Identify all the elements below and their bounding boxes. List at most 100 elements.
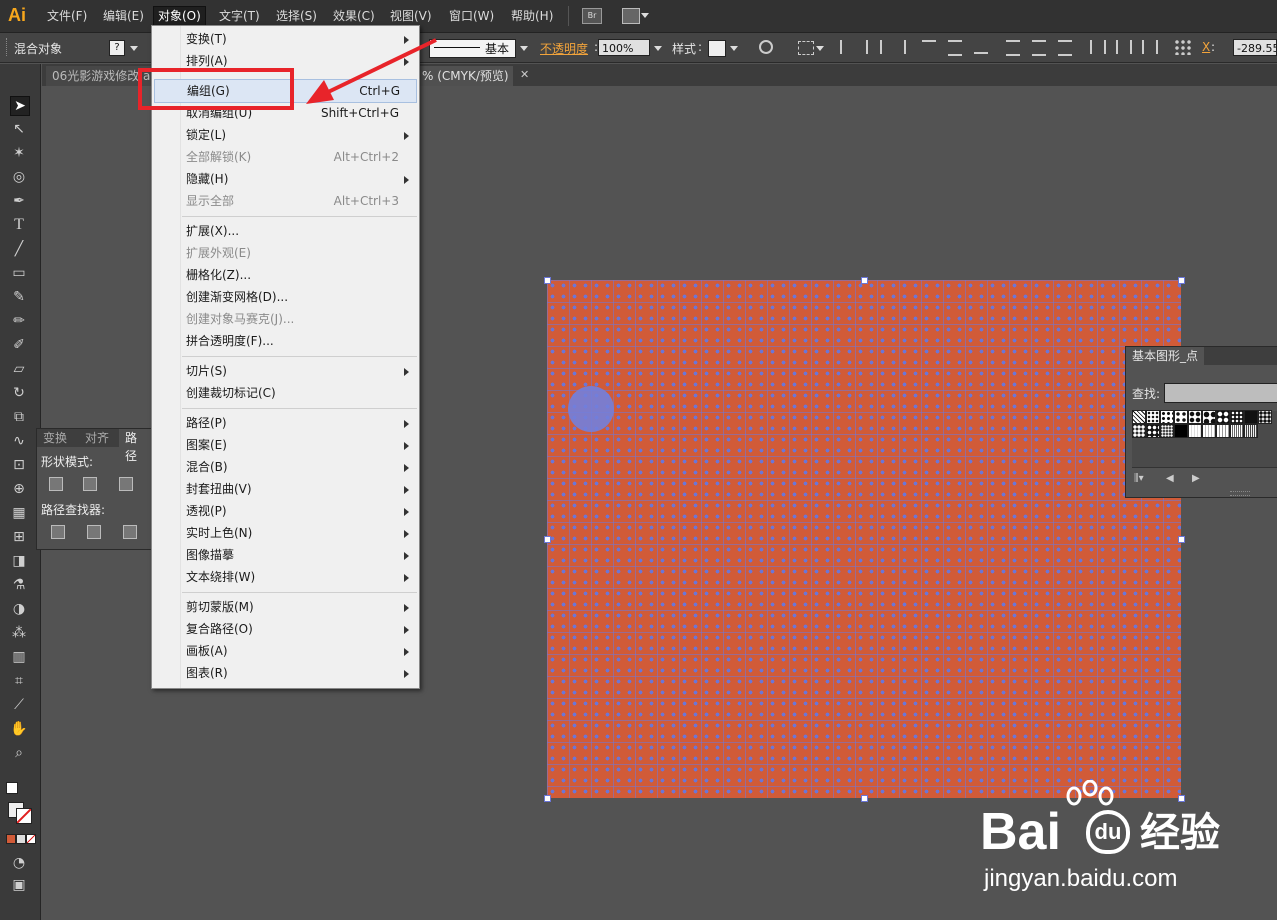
swatch[interactable] <box>1202 410 1216 424</box>
menu-item-gradient-mesh[interactable]: 创建渐变网格(D)... <box>152 286 419 308</box>
align-bottom-icon[interactable] <box>974 40 988 54</box>
default-colors-icon[interactable] <box>6 782 18 794</box>
menu-view[interactable]: 视图(V) <box>386 7 436 25</box>
transform-grid-icon[interactable] <box>1174 39 1192 55</box>
swatch-search-input[interactable] <box>1164 383 1277 403</box>
menu-item-expand[interactable]: 扩展(X)... <box>152 220 419 242</box>
opacity-label[interactable]: 不透明度 <box>540 40 588 57</box>
mesh-tool-icon[interactable]: ⊞ <box>10 528 28 546</box>
symbol-sprayer-tool-icon[interactable]: ⁂ <box>10 624 28 642</box>
bbox-handle-tr[interactable] <box>1178 277 1185 284</box>
menu-item-lock[interactable]: 锁定(L) <box>152 124 419 146</box>
column-graph-tool-icon[interactable]: ▥ <box>10 648 28 666</box>
menu-item-image-trace[interactable]: 图像描摹 <box>152 544 419 566</box>
eyedropper-tool-icon[interactable]: ⚗ <box>10 576 28 594</box>
swatch[interactable] <box>1216 424 1230 438</box>
gradient-mode-icon[interactable] <box>16 834 26 844</box>
swatch[interactable] <box>1230 424 1244 438</box>
menu-type[interactable]: 文字(T) <box>215 7 264 25</box>
swatch[interactable] <box>1132 424 1146 438</box>
bbox-handle-bm[interactable] <box>861 795 868 802</box>
distribute-bottom-icon[interactable] <box>1058 40 1072 56</box>
swatch[interactable] <box>1160 424 1174 438</box>
direct-selection-tool-icon[interactable]: ↖ <box>10 120 28 138</box>
next-library-icon[interactable]: ▶ <box>1192 473 1200 484</box>
align-left-icon[interactable] <box>840 40 854 54</box>
menu-item-slice[interactable]: 切片(S) <box>152 360 419 382</box>
x-label[interactable]: X <box>1202 40 1210 54</box>
chevron-down-icon[interactable] <box>816 46 824 51</box>
bbox-handle-bl[interactable] <box>544 795 551 802</box>
menu-effect[interactable]: 效果(C) <box>329 7 379 25</box>
menu-item-hide[interactable]: 隐藏(H) <box>152 168 419 190</box>
swatch[interactable] <box>1174 410 1188 424</box>
pencil-tool-icon[interactable]: ✏ <box>10 312 28 330</box>
menu-edit[interactable]: 编辑(E) <box>99 7 148 25</box>
blob-brush-tool-icon[interactable]: ✐ <box>10 336 28 354</box>
chevron-down-icon[interactable] <box>130 46 138 51</box>
document-tab-1[interactable]: 06光影游戏修改 <box>46 66 153 86</box>
paintbrush-tool-icon[interactable]: ✎ <box>10 288 28 306</box>
swatch[interactable] <box>1146 410 1160 424</box>
menu-window[interactable]: 窗口(W) <box>445 7 498 25</box>
warp-tool-icon[interactable]: ∿ <box>10 432 28 450</box>
swatch[interactable] <box>1230 410 1244 424</box>
menu-item-live-paint[interactable]: 实时上色(N) <box>152 522 419 544</box>
slice-tool-icon[interactable]: ⟋ <box>10 696 28 714</box>
swatch-library-menu-icon[interactable]: ⫼▾ <box>1134 473 1144 484</box>
type-tool-icon[interactable]: T <box>10 216 28 234</box>
menu-item-compound-path[interactable]: 复合路径(O) <box>152 618 419 640</box>
unite-icon[interactable] <box>49 477 63 491</box>
align-top-icon[interactable] <box>922 40 936 54</box>
bbox-handle-ml[interactable] <box>544 536 551 543</box>
menu-help[interactable]: 帮助(H) <box>507 7 557 25</box>
menu-item-graph[interactable]: 图表(R) <box>152 662 419 684</box>
distribute-top-icon[interactable] <box>1006 40 1020 56</box>
distribute-left-icon[interactable] <box>1090 40 1106 54</box>
swatch[interactable] <box>1244 410 1258 424</box>
menu-item-envelope-distort[interactable]: 封套扭曲(V) <box>152 478 419 500</box>
menu-item-perspective[interactable]: 透视(P) <box>152 500 419 522</box>
color-mode-icon[interactable] <box>6 834 16 844</box>
bbox-handle-tl[interactable] <box>544 277 551 284</box>
recolor-icon[interactable] <box>759 40 773 54</box>
intersect-icon[interactable] <box>119 477 133 491</box>
menu-item-path[interactable]: 路径(P) <box>152 412 419 434</box>
rectangle-tool-icon[interactable]: ▭ <box>10 264 28 282</box>
fill-swatch[interactable]: ? <box>109 40 125 56</box>
close-tab-icon[interactable]: ✕ <box>520 68 529 81</box>
menu-item-text-wrap[interactable]: 文本绕排(W) <box>152 566 419 588</box>
swatch[interactable] <box>1132 410 1146 424</box>
menu-item-rasterize[interactable]: 栅格化(Z)... <box>152 264 419 286</box>
chevron-down-icon[interactable] <box>520 46 528 51</box>
resize-gripper-icon[interactable] <box>1230 491 1250 496</box>
menu-object[interactable]: 对象(O) <box>153 6 206 26</box>
chevron-down-icon[interactable] <box>730 46 738 51</box>
menu-item-flatten-transparency[interactable]: 拼合透明度(F)... <box>152 330 419 352</box>
gradient-tool-icon[interactable]: ◨ <box>10 552 28 570</box>
hand-tool-icon[interactable]: ✋ <box>10 720 28 738</box>
align-middle-icon[interactable] <box>948 40 962 56</box>
menu-file[interactable]: 文件(F) <box>43 7 91 25</box>
align-center-icon[interactable] <box>866 40 882 54</box>
swatch[interactable] <box>1188 410 1202 424</box>
chevron-down-icon[interactable] <box>641 13 649 18</box>
swatch[interactable] <box>1188 424 1202 438</box>
previous-library-icon[interactable]: ◀ <box>1166 473 1174 484</box>
bbox-handle-mr[interactable] <box>1178 536 1185 543</box>
screen-mode-icon[interactable]: ▣ <box>10 876 28 894</box>
swatch[interactable] <box>1202 424 1216 438</box>
menu-select[interactable]: 选择(S) <box>272 7 321 25</box>
workspace-icon[interactable] <box>622 8 640 24</box>
opacity-input[interactable]: 100% <box>598 39 650 56</box>
selection-tool-icon[interactable]: ➤ <box>10 96 30 116</box>
swatch[interactable] <box>1244 424 1258 438</box>
align-right-icon[interactable] <box>892 40 906 54</box>
merge-icon[interactable] <box>123 525 137 539</box>
minus-front-icon[interactable] <box>83 477 97 491</box>
none-mode-icon[interactable] <box>26 834 36 844</box>
distribute-center-icon[interactable] <box>1116 40 1132 54</box>
distribute-right-icon[interactable] <box>1142 40 1158 54</box>
distribute-middle-icon[interactable] <box>1032 40 1046 56</box>
blend-tool-icon[interactable]: ◑ <box>10 600 28 618</box>
